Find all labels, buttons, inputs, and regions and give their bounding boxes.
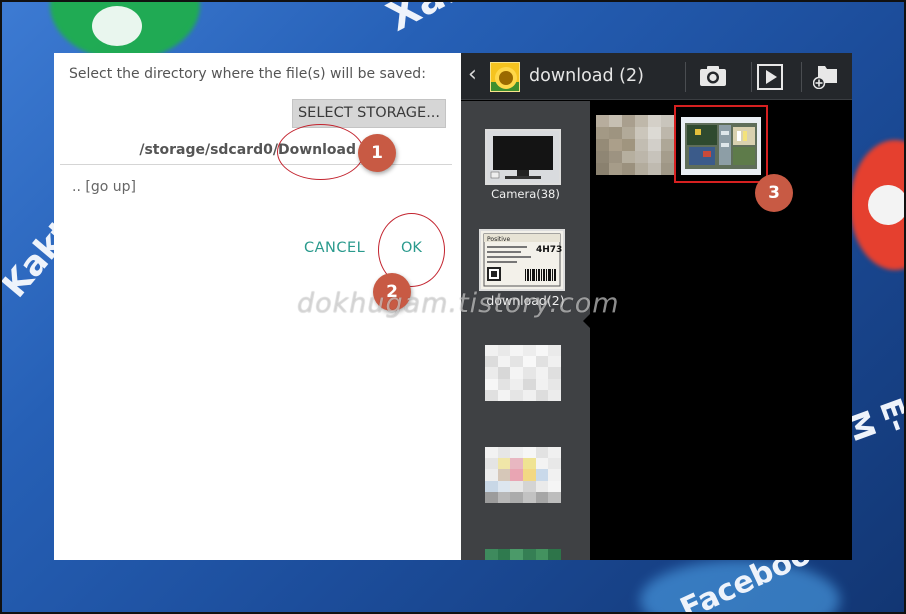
cancel-button[interactable]: CANCEL bbox=[304, 240, 365, 256]
album-blurred[interactable] bbox=[461, 441, 590, 521]
album-thumbnail bbox=[485, 129, 561, 185]
step-badge-2: 2 bbox=[373, 273, 411, 311]
album-label: download(2) bbox=[486, 293, 565, 308]
album-camera[interactable]: Camera(38) bbox=[461, 125, 590, 201]
screenshot-panel: Select the directory where the file(s) w… bbox=[54, 53, 852, 560]
toolbar-separator bbox=[751, 62, 752, 92]
album-thumbnail bbox=[485, 345, 561, 401]
back-icon[interactable]: ‹ bbox=[468, 62, 477, 87]
album-label: Camera(38) bbox=[491, 187, 560, 201]
toolbar-separator bbox=[685, 62, 686, 92]
highlight-ellipse-path bbox=[277, 124, 364, 180]
album-list: Camera(38) Positive 4H73 download(2) bbox=[461, 101, 591, 560]
dialog-prompt: Select the directory where the file(s) w… bbox=[69, 66, 426, 82]
album-thumbnail bbox=[485, 447, 561, 503]
album-download[interactable]: Positive 4H73 download(2) bbox=[461, 225, 590, 315]
background-text: Xab bbox=[380, 0, 478, 41]
album-cover-icon bbox=[490, 62, 520, 92]
album-blurred[interactable] bbox=[461, 337, 590, 417]
slideshow-play-icon[interactable] bbox=[757, 64, 783, 94]
browser-icon-blob-center bbox=[868, 185, 906, 225]
album-thumbnail: Positive 4H73 bbox=[479, 229, 565, 291]
highlight-box-photo bbox=[674, 105, 768, 183]
toolbar-separator bbox=[801, 62, 802, 92]
gallery-app: ‹ download (2) Camera(38) Positive 4H73 … bbox=[461, 53, 852, 560]
album-thumbnail bbox=[485, 549, 561, 560]
camera-icon[interactable] bbox=[699, 65, 727, 91]
album-title: download (2) bbox=[529, 66, 644, 86]
photo-thumbnail-1[interactable] bbox=[596, 115, 674, 175]
step-badge-1: 1 bbox=[358, 134, 396, 172]
go-up-item[interactable]: .. [go up] bbox=[72, 179, 136, 195]
thumbnail-code: 4H73 bbox=[536, 245, 562, 255]
new-folder-icon[interactable] bbox=[812, 63, 839, 93]
thumbnail-brand: Positive bbox=[487, 236, 510, 243]
album-blurred[interactable] bbox=[461, 545, 590, 560]
divider bbox=[60, 164, 452, 165]
gallery-toolbar: ‹ download (2) bbox=[461, 53, 852, 100]
step-badge-3: 3 bbox=[755, 174, 793, 212]
app-icon-blob-center bbox=[92, 6, 142, 46]
